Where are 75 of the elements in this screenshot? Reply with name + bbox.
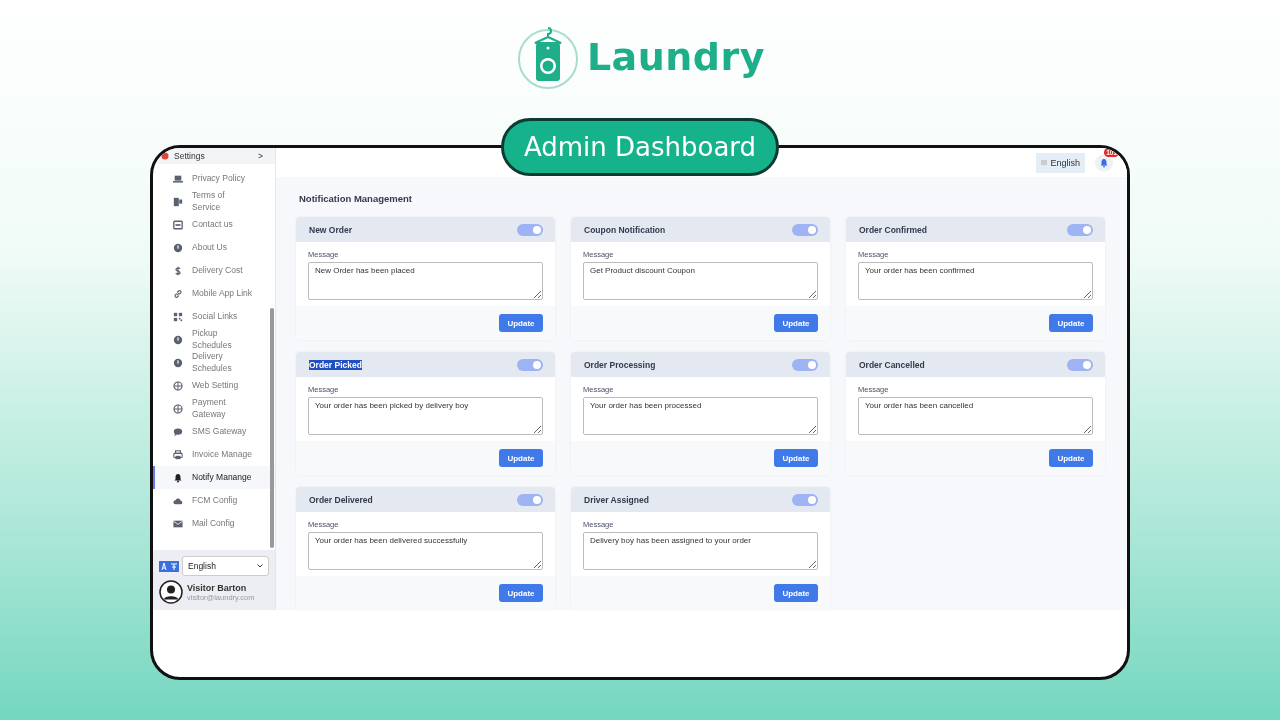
card-title: Coupon Notification <box>584 224 666 235</box>
message-field[interactable]: Your order has been processed <box>583 397 818 435</box>
user-name: Visitor Barton <box>187 582 248 593</box>
translate-icon <box>159 560 179 572</box>
card-title: Order Processing <box>584 359 656 370</box>
message-field[interactable]: Your order has been picked by delivery boy <box>308 397 543 435</box>
avatar-icon <box>159 580 183 604</box>
inbox-icon <box>173 219 183 230</box>
sidebar-item[interactable]: Privacy Policy <box>153 167 275 190</box>
update-button[interactable]: Update <box>774 314 818 332</box>
sidebar-item[interactable]: Notify Manange <box>153 466 275 489</box>
globe-icon <box>173 403 183 414</box>
sidebar-item[interactable]: Contact us <box>153 213 275 236</box>
sidebar-item[interactable]: SMS Gateway <box>153 420 275 443</box>
toggle-switch[interactable] <box>517 223 543 236</box>
update-button[interactable]: Update <box>774 449 818 467</box>
cloud-icon <box>173 495 183 506</box>
document-icon <box>173 196 183 207</box>
sidebar-item[interactable]: Pickup Schedules <box>153 328 275 351</box>
toggle-switch[interactable] <box>1067 358 1093 371</box>
sidebar-item[interactable]: FCM Config <box>153 489 275 512</box>
card-title: Order Confirmed <box>859 224 927 235</box>
printer-icon <box>173 449 183 460</box>
grid-icon <box>173 311 183 322</box>
laptop-icon <box>173 173 183 184</box>
update-button[interactable]: Update <box>774 584 818 602</box>
toggle-switch[interactable] <box>1067 223 1093 236</box>
sidebar-item[interactable]: Invoice Manage <box>153 443 275 466</box>
message-field[interactable]: Your order has been cancelled <box>858 397 1093 435</box>
update-button[interactable]: Update <box>499 584 543 602</box>
sidebar-item[interactable]: About Us <box>153 236 275 259</box>
card-title: Order Picked <box>309 359 362 370</box>
card-title: Order Delivered <box>309 494 373 505</box>
dollar-icon <box>173 265 183 276</box>
bell-icon <box>1099 157 1109 168</box>
settings-menu-item[interactable]: Settings > <box>153 148 275 164</box>
toggle-switch[interactable] <box>517 493 543 506</box>
envelope-icon <box>173 518 183 529</box>
message-field[interactable]: Get Product discount Coupon <box>583 262 818 300</box>
bell-icon <box>173 472 183 483</box>
update-button[interactable]: Update <box>499 314 543 332</box>
notification-button[interactable] <box>1095 153 1113 172</box>
card-title: New Order <box>309 224 352 235</box>
language-button[interactable]: English <box>1036 152 1085 173</box>
sidebar-item[interactable]: Terms of Service <box>153 190 275 213</box>
update-button[interactable]: Update <box>1049 314 1093 332</box>
card-title: Order Cancelled <box>859 359 925 370</box>
chevron-down-icon <box>257 564 263 568</box>
card-title: Driver Assigned <box>584 494 649 505</box>
toggle-switch[interactable] <box>792 493 818 506</box>
toggle-switch[interactable] <box>792 358 818 371</box>
brand-name: Laundry <box>586 35 766 79</box>
link-icon <box>173 288 183 299</box>
update-button[interactable]: Update <box>1049 449 1093 467</box>
message-field[interactable]: Your order has been confirmed <box>858 262 1093 300</box>
info-icon <box>173 242 183 253</box>
language-select[interactable]: English <box>182 556 269 576</box>
message-field[interactable]: Your order has been delivered successfully <box>308 532 543 570</box>
sidebar-item[interactable]: Delivery Cost <box>153 259 275 282</box>
message-field[interactable]: Delivery boy has been assigned to your order <box>583 532 818 570</box>
sidebar-item[interactable]: Mobile App Link <box>153 282 275 305</box>
sidebar-item[interactable]: Mail Config <box>153 512 275 535</box>
toggle-switch[interactable] <box>792 223 818 236</box>
page-title: Notification Management <box>299 193 413 204</box>
toggle-switch[interactable] <box>517 358 543 371</box>
message-field[interactable]: New Order has been placed <box>308 262 543 300</box>
sidebar-item[interactable]: Web Setting <box>153 374 275 397</box>
admin-dashboard-banner: Admin Dashboard <box>501 118 779 176</box>
sidebar-item[interactable]: Social Links <box>153 305 275 328</box>
globe-icon <box>173 380 183 391</box>
chat-icon <box>173 426 183 437</box>
update-button[interactable]: Update <box>499 449 543 467</box>
sidebar-item[interactable]: Payment Gateway <box>153 397 275 420</box>
scrollbar[interactable] <box>270 308 274 548</box>
sidebar-item[interactable]: Delivery Schedules <box>153 351 275 374</box>
